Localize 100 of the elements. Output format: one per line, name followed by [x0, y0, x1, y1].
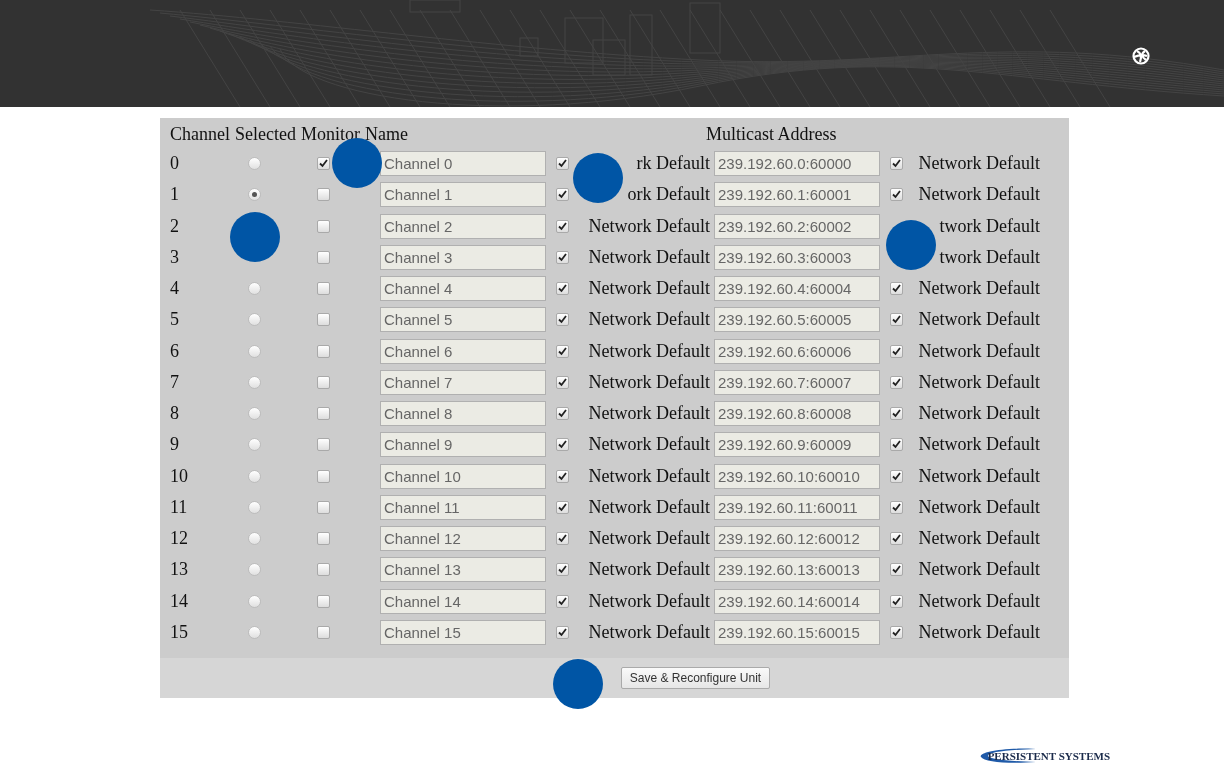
address-field[interactable]: 239.192.60.1:60001: [714, 182, 880, 208]
address-field[interactable]: 239.192.60.15:60015: [714, 619, 880, 645]
checkbox[interactable]: [890, 532, 903, 546]
address-field[interactable]: 239.192.60.13:60013: [714, 557, 880, 583]
name-field[interactable]: Channel 15: [380, 619, 546, 645]
address-field[interactable]: 239.192.60.5:60005: [714, 307, 880, 333]
name-field[interactable]: Channel 10: [380, 463, 546, 489]
checkbox[interactable]: [556, 469, 569, 483]
checkbox[interactable]: [317, 375, 330, 389]
checkbox[interactable]: [317, 594, 330, 608]
address-field[interactable]: 239.192.60.0:60000: [714, 151, 880, 177]
checkbox-label: twork Default: [939, 215, 1040, 237]
address-field[interactable]: 239.192.60.6:60006: [714, 338, 880, 364]
name-field[interactable]: Channel 11: [380, 494, 546, 520]
checkbox-label: Network Default: [918, 559, 1040, 581]
company-logo: PERSISTENT SYSTEMS: [977, 747, 1110, 765]
checkbox[interactable]: [556, 532, 569, 546]
checkbox-label: Network Default: [918, 340, 1040, 362]
checkbox[interactable]: [556, 282, 569, 296]
address-field[interactable]: 239.192.60.7:60007: [714, 369, 880, 395]
checkbox[interactable]: [317, 407, 330, 421]
address-field[interactable]: 239.192.60.2:60002: [714, 213, 880, 239]
checkbox[interactable]: [317, 282, 330, 296]
checkbox[interactable]: [317, 157, 330, 171]
name-field[interactable]: Channel 13: [380, 557, 546, 583]
radio-button[interactable]: [247, 188, 261, 202]
address-field[interactable]: 239.192.60.12:60012: [714, 526, 880, 552]
checkbox[interactable]: [317, 532, 330, 546]
name-field[interactable]: Channel 7: [380, 369, 546, 395]
checkbox[interactable]: [890, 282, 903, 296]
radio-button[interactable]: [247, 282, 261, 296]
checkbox-label: Network Default: [588, 528, 710, 550]
checkbox[interactable]: [556, 407, 569, 421]
checkbox[interactable]: [556, 344, 569, 358]
radio-button[interactable]: [247, 313, 261, 327]
address-field[interactable]: 239.192.60.8:60008: [714, 401, 880, 427]
checkbox[interactable]: [317, 250, 330, 264]
radio-button[interactable]: [247, 438, 261, 452]
name-field[interactable]: Channel 8: [380, 401, 546, 427]
name-field[interactable]: Channel 1: [380, 182, 546, 208]
checkbox[interactable]: [890, 594, 903, 608]
checkbox[interactable]: [890, 375, 903, 389]
save-button[interactable]: Save & Reconfigure Unit: [620, 667, 771, 689]
checkbox[interactable]: [890, 438, 903, 452]
checkbox[interactable]: [556, 250, 569, 264]
checkbox[interactable]: [556, 157, 569, 171]
checkbox[interactable]: [317, 188, 330, 202]
checkbox[interactable]: [317, 563, 330, 577]
checkbox[interactable]: [890, 500, 903, 514]
name-field[interactable]: Channel 14: [380, 588, 546, 614]
checkbox[interactable]: [556, 375, 569, 389]
radio-button[interactable]: [247, 157, 261, 171]
checkbox[interactable]: [556, 313, 569, 327]
address-field[interactable]: 239.192.60.10:60010: [714, 463, 880, 489]
checkbox-label: Network Default: [588, 621, 710, 643]
checkbox[interactable]: [890, 469, 903, 483]
checkbox[interactable]: [556, 500, 569, 514]
name-field[interactable]: Channel 0: [380, 151, 546, 177]
radio-button[interactable]: [247, 469, 261, 483]
checkbox[interactable]: [317, 500, 330, 514]
name-field[interactable]: Channel 2: [380, 213, 546, 239]
checkbox[interactable]: [556, 219, 569, 233]
radio-button[interactable]: [247, 407, 261, 421]
name-field[interactable]: Channel 6: [380, 338, 546, 364]
name-field[interactable]: Channel 5: [380, 307, 546, 333]
checkbox[interactable]: [317, 344, 330, 358]
checkbox[interactable]: [890, 563, 903, 577]
radio-button[interactable]: [247, 375, 261, 389]
name-field[interactable]: Channel 4: [380, 276, 546, 302]
radio-button[interactable]: [247, 563, 261, 577]
checkbox[interactable]: [890, 313, 903, 327]
address-field[interactable]: 239.192.60.9:60009: [714, 432, 880, 458]
address-field[interactable]: 239.192.60.3:60003: [714, 244, 880, 270]
checkbox-label: Network Default: [918, 434, 1040, 456]
checkbox[interactable]: [317, 438, 330, 452]
checkbox[interactable]: [890, 157, 903, 171]
address-field[interactable]: 239.192.60.14:60014: [714, 588, 880, 614]
radio-button[interactable]: [247, 344, 261, 358]
checkbox[interactable]: [317, 219, 330, 233]
radio-button[interactable]: [247, 500, 261, 514]
checkbox[interactable]: [890, 344, 903, 358]
checkbox[interactable]: [556, 438, 569, 452]
address-field[interactable]: 239.192.60.11:60011: [714, 494, 880, 520]
checkbox[interactable]: [556, 594, 569, 608]
checkbox[interactable]: [890, 625, 903, 639]
checkbox[interactable]: [556, 563, 569, 577]
name-field[interactable]: Channel 3: [380, 244, 546, 270]
name-field[interactable]: Channel 9: [380, 432, 546, 458]
checkbox[interactable]: [556, 188, 569, 202]
checkbox[interactable]: [317, 313, 330, 327]
address-field[interactable]: 239.192.60.4:60004: [714, 276, 880, 302]
checkbox[interactable]: [556, 625, 569, 639]
checkbox[interactable]: [317, 625, 330, 639]
checkbox[interactable]: [317, 469, 330, 483]
name-field[interactable]: Channel 12: [380, 526, 546, 552]
radio-button[interactable]: [247, 532, 261, 546]
checkbox[interactable]: [890, 407, 903, 421]
radio-button[interactable]: [247, 625, 261, 639]
radio-button[interactable]: [247, 594, 261, 608]
checkbox[interactable]: [890, 188, 903, 202]
